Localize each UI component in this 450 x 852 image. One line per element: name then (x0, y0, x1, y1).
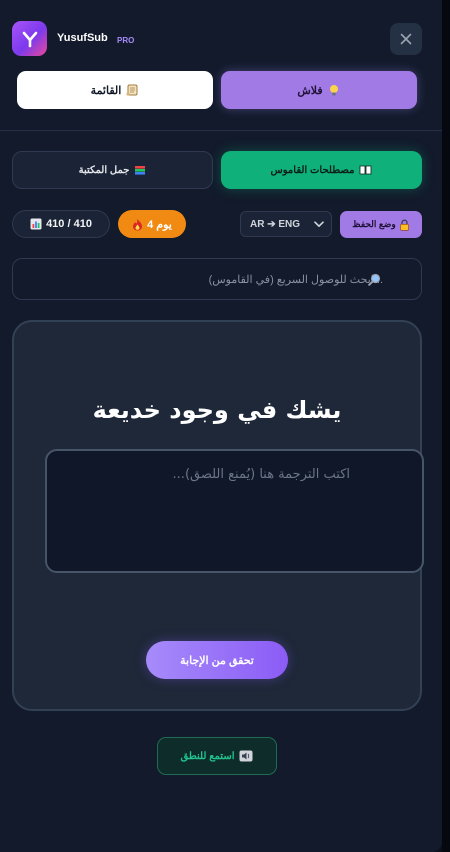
listen-pronunciation-button[interactable]: استمع للنطق (157, 737, 277, 775)
close-icon (400, 33, 412, 45)
tab-library-sentences[interactable]: جمل المكتبة (12, 151, 213, 189)
chevron-down-icon (314, 220, 324, 227)
list-mode-button[interactable]: القائمة (17, 71, 213, 109)
dictionary-search-input[interactable]: ابحث للوصول السريع (في القاموس)... (12, 258, 422, 300)
speaker-icon (239, 750, 253, 762)
language-select[interactable]: AR ➔ ENG (240, 211, 332, 237)
memorize-mode-button[interactable]: وضع الحفظ (340, 211, 422, 238)
check-answer-button[interactable]: تحقق من الإجابة (146, 641, 288, 679)
streak-day-badge: يوم 4 (118, 210, 186, 238)
logo-y-icon (22, 31, 37, 47)
language-select-value: AR ➔ ENG (250, 218, 301, 230)
translation-input[interactable]: ...اكتب الترجمة هنا (يُمنع اللصق) (45, 449, 424, 573)
tab-dictionary-terms-label: مصطلحات القاموس (270, 164, 355, 176)
scroll-icon (125, 83, 139, 97)
app-panel: YusufSub PRO القائمة فلاش جمل المكتبة مص… (0, 0, 442, 852)
close-button[interactable] (390, 23, 422, 55)
lock-icon (399, 219, 410, 231)
chart-icon (30, 218, 42, 230)
magnifier-icon (368, 273, 381, 286)
pro-badge: PRO (117, 36, 135, 45)
window-edge (442, 0, 450, 852)
fire-icon (132, 218, 143, 231)
flash-mode-label: فلاش (297, 84, 323, 97)
lightbulb-icon (327, 83, 341, 97)
books-icon (134, 164, 146, 176)
flashcard: يشك في وجود خديعة ...اكتب الترجمة هنا (ي… (12, 320, 424, 711)
open-book-icon (359, 164, 372, 176)
list-mode-label: القائمة (90, 84, 122, 97)
progress-count-text: 410 / 410 (46, 218, 92, 230)
flashcard-term: يشك في وجود خديعة (92, 396, 342, 424)
brand-name: YusufSub (57, 32, 108, 44)
listen-pronunciation-label: استمع للنطق (180, 750, 235, 762)
memorize-mode-label: وضع الحفظ (352, 219, 396, 229)
flash-mode-button[interactable]: فلاش (221, 71, 417, 109)
streak-day-text: يوم 4 (147, 218, 172, 231)
tab-dictionary-terms[interactable]: مصطلحات القاموس (221, 151, 422, 189)
progress-count-badge: 410 / 410 (12, 210, 110, 238)
tab-library-sentences-label: جمل المكتبة (78, 164, 130, 176)
app-logo (12, 21, 47, 56)
search-placeholder: ابحث للوصول السريع (في القاموس)... (208, 273, 383, 286)
header-divider (0, 130, 442, 131)
